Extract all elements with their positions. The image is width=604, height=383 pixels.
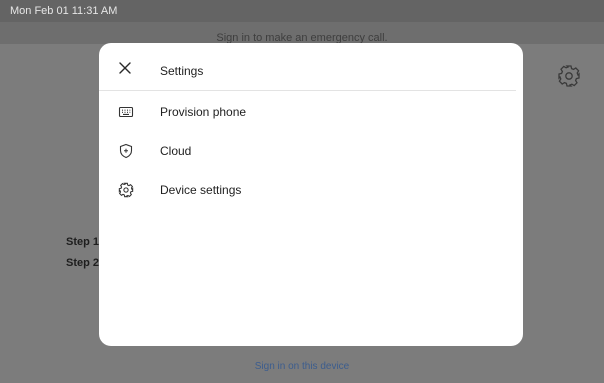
menu-item-label: Device settings [160, 183, 242, 197]
dialog-title: Settings [160, 64, 204, 78]
keyboard-icon [118, 106, 134, 118]
menu-item-provision-phone[interactable]: Provision phone [99, 94, 523, 130]
close-icon[interactable] [117, 60, 133, 76]
menu-item-device-settings[interactable]: Device settings [99, 172, 523, 208]
sign-in-on-device-link[interactable]: Sign in on this device [0, 361, 604, 372]
menu-item-label: Cloud [160, 144, 192, 158]
gear-icon [118, 182, 134, 198]
emergency-banner[interactable]: Sign in to make an emergency call. [0, 22, 604, 44]
settings-dialog: Settings Provision phone Cloud Device se… [99, 43, 523, 346]
status-bar: Mon Feb 01 11:31 AM [0, 0, 604, 22]
menu-item-label: Provision phone [160, 105, 247, 119]
shield-icon [119, 143, 133, 159]
step-2-label: Step 2 [66, 257, 100, 269]
step-1-label: Step 1 [66, 236, 100, 248]
dialog-header: Settings [99, 43, 523, 90]
gear-icon[interactable] [557, 64, 581, 88]
dialog-divider [99, 90, 516, 91]
menu-item-cloud[interactable]: Cloud [99, 133, 523, 169]
status-datetime: Mon Feb 01 11:31 AM [10, 5, 118, 17]
